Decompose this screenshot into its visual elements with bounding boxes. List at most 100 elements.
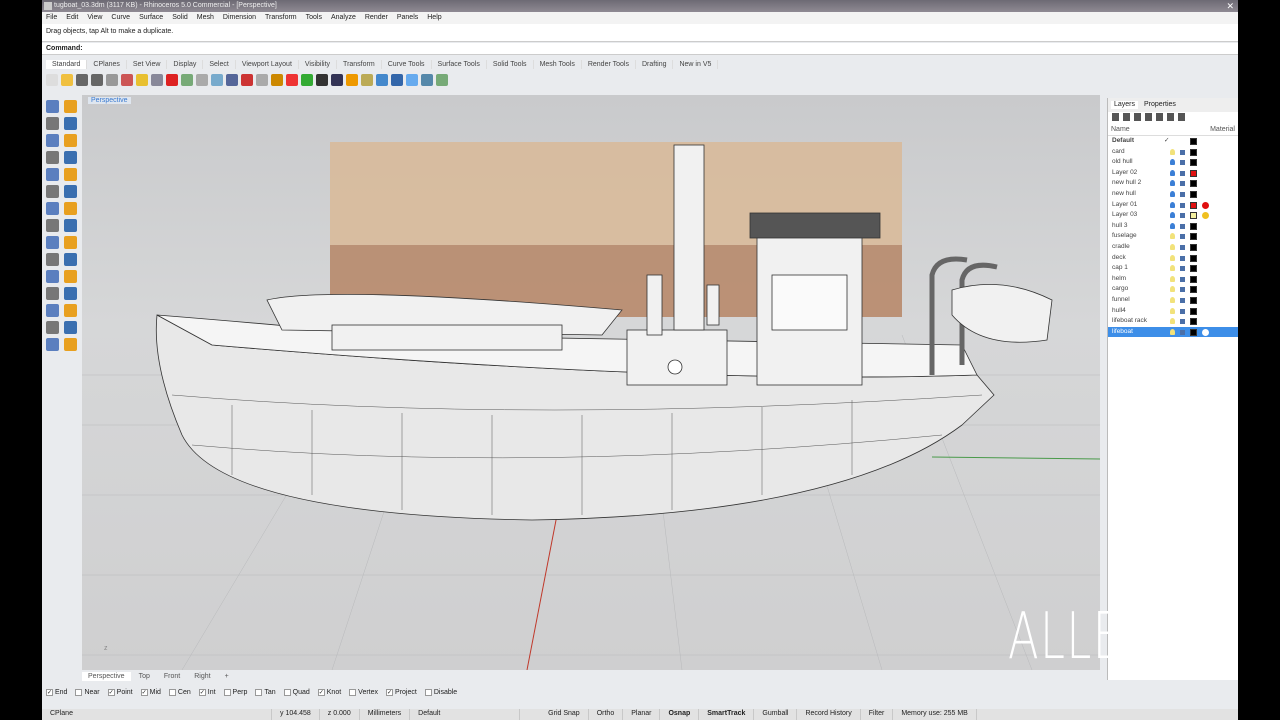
osnap-project[interactable]: ✓ Project — [386, 689, 417, 696]
visibility-bulb-icon[interactable] — [1170, 254, 1175, 261]
left-tool-icon-3[interactable] — [64, 117, 77, 130]
lock-icon[interactable] — [1180, 181, 1185, 187]
toggle-ortho[interactable]: Ortho — [589, 709, 624, 720]
layer-color-swatch[interactable] — [1190, 265, 1197, 273]
lock-icon[interactable] — [1180, 297, 1185, 303]
checkbox[interactable]: ✓ — [198, 689, 206, 696]
osnap-near[interactable]: Near — [75, 689, 100, 696]
lock-icon[interactable] — [1180, 255, 1185, 261]
left-tool-icon-19[interactable] — [64, 253, 77, 266]
tab-select[interactable]: Select — [203, 60, 236, 69]
visibility-bulb-icon[interactable] — [1170, 180, 1175, 187]
layer-color-swatch[interactable] — [1190, 180, 1197, 188]
lock-icon[interactable] — [1180, 213, 1185, 219]
layer-color-swatch[interactable] — [1190, 190, 1197, 198]
left-tool-icon-25[interactable] — [64, 304, 77, 317]
menu-dimension[interactable]: Dimension — [223, 14, 256, 22]
osnap-point[interactable]: ✓ Point — [107, 689, 133, 696]
visibility-bulb-icon[interactable] — [1170, 318, 1175, 325]
tool-icon-7[interactable] — [151, 74, 163, 86]
toggle-gumball[interactable]: Gumball — [754, 709, 798, 720]
checkbox[interactable] — [75, 689, 83, 696]
tool-icon-12[interactable] — [226, 74, 238, 86]
tab-properties[interactable]: Properties — [1144, 101, 1176, 109]
left-tool-icon-13[interactable] — [64, 202, 77, 215]
layer-row[interactable]: Layer 03 — [1108, 210, 1238, 221]
visibility-bulb-icon[interactable] — [1170, 233, 1175, 240]
menu-surface[interactable]: Surface — [139, 14, 163, 22]
tab-render-tools[interactable]: Render Tools — [582, 60, 636, 69]
command-line[interactable]: Command: — [42, 43, 1238, 55]
left-tool-icon-27[interactable] — [64, 321, 77, 334]
lock-icon[interactable] — [1180, 202, 1185, 208]
layer-color-swatch[interactable] — [1190, 233, 1197, 241]
menu-file[interactable]: File — [46, 14, 57, 22]
layer-color-swatch[interactable] — [1190, 318, 1197, 326]
move-down-icon[interactable] — [1156, 113, 1163, 121]
layer-color-swatch[interactable] — [1190, 307, 1197, 315]
visibility-bulb-icon[interactable] — [1170, 222, 1175, 229]
visibility-bulb-icon[interactable] — [1170, 275, 1175, 282]
left-tool-icon-2[interactable] — [46, 117, 59, 130]
tools-icon[interactable] — [1178, 113, 1185, 121]
visibility-bulb-icon[interactable] — [1170, 243, 1175, 250]
layer-row[interactable]: old hull — [1108, 157, 1238, 168]
menu-render[interactable]: Render — [365, 14, 388, 22]
toggle-filter[interactable]: Filter — [861, 709, 894, 720]
layer-color-swatch[interactable] — [1190, 275, 1197, 283]
visibility-bulb-icon[interactable] — [1170, 201, 1175, 208]
left-tool-icon-16[interactable] — [46, 236, 59, 249]
tool-icon-10[interactable] — [196, 74, 208, 86]
lock-icon[interactable] — [1180, 287, 1185, 293]
left-tool-icon-26[interactable] — [46, 321, 59, 334]
tool-icon-19[interactable] — [331, 74, 343, 86]
menu-mesh[interactable]: Mesh — [197, 14, 214, 22]
layer-color-swatch[interactable] — [1190, 328, 1197, 336]
menu-view[interactable]: View — [87, 14, 102, 22]
layer-color-swatch[interactable] — [1190, 148, 1197, 156]
checkbox[interactable]: ✓ — [317, 689, 325, 696]
filter-icon[interactable] — [1167, 113, 1174, 121]
left-tool-icon-6[interactable] — [46, 151, 59, 164]
menu-curve[interactable]: Curve — [111, 14, 130, 22]
layer-row[interactable]: cap 1 — [1108, 263, 1238, 274]
osnap-vertex[interactable]: Vertex — [349, 689, 378, 696]
layer-color-swatch[interactable] — [1190, 201, 1197, 209]
checkbox[interactable]: ✓ — [140, 689, 148, 696]
toggle-osnap[interactable]: Osnap — [660, 709, 700, 720]
menu-analyze[interactable]: Analyze — [331, 14, 356, 22]
layer-row[interactable]: Layer 02 — [1108, 168, 1238, 179]
tool-icon-20[interactable] — [346, 74, 358, 86]
left-tool-icon-0[interactable] — [46, 100, 59, 113]
osnap-int[interactable]: ✓ Int — [198, 689, 216, 696]
left-tool-icon-28[interactable] — [46, 338, 59, 351]
lock-icon[interactable] — [1180, 191, 1185, 197]
tool-icon-24[interactable] — [406, 74, 418, 86]
tab-curve-tools[interactable]: Curve Tools — [382, 60, 432, 69]
lock-icon[interactable] — [1180, 329, 1185, 335]
layer-color-swatch[interactable] — [1190, 286, 1197, 294]
menu-help[interactable]: Help — [427, 14, 441, 22]
layer-color-swatch[interactable] — [1190, 296, 1197, 304]
close-icon[interactable]: ✕ — [1226, 1, 1234, 12]
delete-icon[interactable] — [1134, 113, 1141, 121]
viewport-tab[interactable]: + — [219, 672, 235, 681]
tool-icon-17[interactable] — [301, 74, 313, 86]
visibility-bulb-icon[interactable] — [1170, 296, 1175, 303]
toggle-record-history[interactable]: Record History — [797, 709, 861, 720]
layer-row[interactable]: lifeboat rack — [1108, 316, 1238, 327]
tab-set-view[interactable]: Set View — [127, 60, 168, 69]
tool-icon-0[interactable] — [46, 74, 58, 86]
tool-icon-23[interactable] — [391, 74, 403, 86]
layer-row[interactable]: hull 3 — [1108, 221, 1238, 232]
tab-viewport-layout[interactable]: Viewport Layout — [236, 60, 299, 69]
visibility-bulb-icon[interactable] — [1170, 212, 1175, 219]
tool-icon-9[interactable] — [181, 74, 193, 86]
checkbox[interactable] — [255, 689, 263, 696]
layer-color-swatch[interactable] — [1190, 212, 1197, 220]
checkbox[interactable]: ✓ — [386, 689, 394, 696]
layer-color-swatch[interactable] — [1190, 222, 1197, 230]
checkbox[interactable] — [283, 689, 291, 696]
tab-transform[interactable]: Transform — [337, 60, 382, 69]
lock-icon[interactable] — [1180, 149, 1185, 155]
